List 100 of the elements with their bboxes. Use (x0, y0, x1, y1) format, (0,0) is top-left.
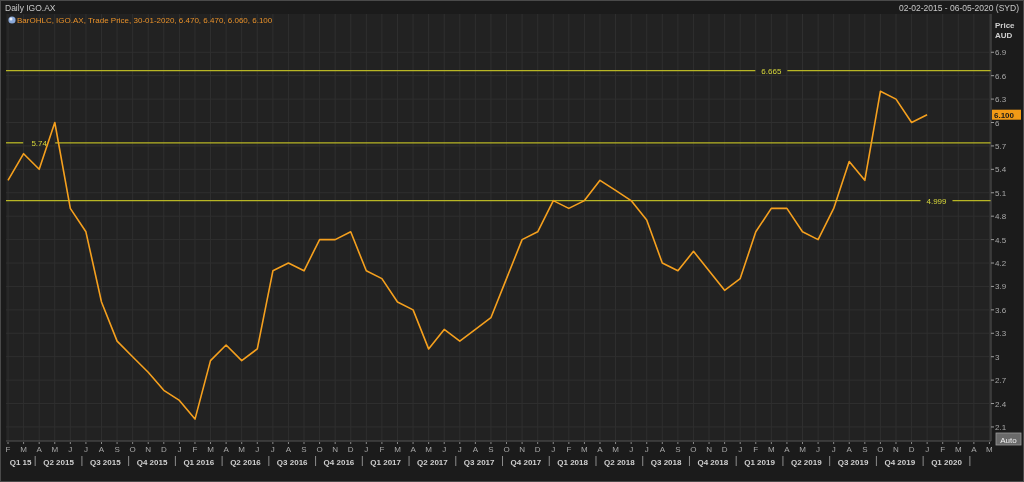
quarter-label: Q4 2018 (697, 458, 729, 467)
month-label: S (862, 445, 868, 454)
month-label: O (316, 445, 323, 454)
month-label: J (925, 445, 930, 454)
month-label: M (425, 445, 432, 454)
month-label: J (816, 445, 821, 454)
y-tick-label: 5.4 (995, 165, 1007, 175)
month-label: M (394, 445, 401, 454)
line-value-label: 4.999 (926, 196, 947, 206)
month-label: J (255, 445, 260, 454)
y-tick-label: 4.8 (995, 212, 1007, 222)
month-label: S (301, 445, 307, 454)
month-label: F (566, 445, 572, 454)
axis-title: Price (995, 21, 1015, 30)
month-label: S (675, 445, 681, 454)
month-label: J (738, 445, 743, 454)
month-label: N (706, 445, 712, 454)
month-label: D (908, 445, 915, 454)
quarter-label: Q3 2015 (89, 458, 121, 467)
month-label: O (877, 445, 884, 454)
month-label: F (753, 445, 759, 454)
month-label: J (364, 445, 369, 454)
quarter-label: Q1 2018 (557, 458, 588, 467)
month-label: A (472, 445, 479, 454)
line-value-label: 6.665 (761, 66, 782, 76)
month-label: M (768, 445, 775, 454)
quarter-label: Q3 2019 (837, 458, 869, 467)
month-label: M (51, 445, 59, 454)
axis-title: AUD (995, 31, 1013, 40)
line-value-label: 5.74 (31, 138, 47, 148)
quarter-label: Q2 2015 (43, 458, 74, 467)
month-label: F (5, 445, 11, 454)
month-label: F (379, 445, 385, 454)
y-tick-label: 4.2 (995, 259, 1007, 268)
month-label: J (644, 445, 649, 454)
y-tick-label: 6.6 (995, 71, 1007, 81)
y-tick-label: 3 (995, 352, 1000, 362)
y-tick-label: 5.7 (995, 141, 1007, 151)
date-range: 02-02-2015 - 06-05-2020 (SYD) (899, 2, 1019, 13)
month-label: N (145, 445, 152, 454)
y-tick-label: 2.4 (995, 399, 1007, 409)
y-tick-label: 6 (995, 118, 1000, 128)
quarter-label: Q3 2018 (650, 458, 682, 467)
y-tick-label: 3.6 (995, 305, 1007, 315)
month-label: A (98, 445, 105, 454)
month-label: A (846, 445, 852, 454)
month-label: F (192, 445, 198, 454)
month-label: M (612, 445, 619, 454)
quarter-label: Q4 2017 (510, 458, 542, 467)
last-price-tag: 6.100 (992, 109, 1021, 120)
month-label: J (68, 445, 73, 454)
month-label: M (581, 445, 588, 454)
chart-title: Daily IGO.AX (5, 2, 56, 13)
month-label: F (940, 445, 946, 454)
month-label: M (986, 445, 993, 454)
month-label: N (519, 445, 525, 454)
month-label: M (238, 445, 246, 454)
quarter-label: Q1 2019 (744, 458, 775, 467)
y-tick-label: 3.3 (995, 329, 1007, 339)
y-tick-label: 6.9 (995, 48, 1007, 58)
month-label: D (721, 445, 728, 454)
quarter-label: Q2 2017 (417, 458, 448, 467)
month-label: N (893, 445, 899, 454)
y-tick-label: 2.7 (995, 376, 1007, 386)
month-label: J (177, 445, 182, 454)
month-label: A (36, 445, 42, 454)
month-label: S (114, 445, 120, 454)
y-tick-label: 5.1 (995, 188, 1007, 198)
month-label: J (83, 445, 88, 454)
month-label: A (223, 445, 229, 454)
quarter-label: Q1 2020 (931, 458, 962, 467)
month-label: M (799, 445, 806, 454)
quarter-label: Q1 2016 (183, 458, 215, 467)
quarter-label: Q2 2018 (604, 458, 635, 467)
month-label: J (442, 445, 447, 454)
month-label: A (659, 445, 665, 454)
month-label: A (597, 445, 603, 454)
month-label: M (954, 445, 962, 454)
y-tick-label: 3.9 (995, 282, 1007, 292)
legend-text: BarOHLC, IGO.AX, Trade Price, 30-01-2020, 6.470, 6.470, 6.060, 6.100 (17, 16, 273, 25)
month-label: O (503, 445, 510, 454)
y-tick-label: 6.3 (995, 95, 1007, 105)
month-label: D (347, 445, 354, 454)
month-label: J (629, 445, 634, 454)
quarter-label: Q2 2016 (230, 458, 261, 467)
month-label: D (534, 445, 541, 454)
month-label: D (160, 445, 167, 454)
month-label: J (457, 445, 462, 454)
quarter-label: Q1 2017 (370, 458, 402, 467)
month-label: A (410, 445, 416, 454)
month-label: N (332, 445, 339, 454)
month-label: O (129, 445, 136, 454)
month-label: O (690, 445, 697, 454)
quarter-label: Q1 15 (9, 458, 32, 467)
month-label: A (784, 445, 790, 454)
quarter-label: Q3 2016 (276, 458, 308, 467)
month-label: A (971, 445, 977, 454)
quarter-label: Q4 2019 (884, 458, 916, 467)
quarter-label: Q4 2015 (136, 458, 168, 467)
month-label: M (207, 445, 214, 454)
